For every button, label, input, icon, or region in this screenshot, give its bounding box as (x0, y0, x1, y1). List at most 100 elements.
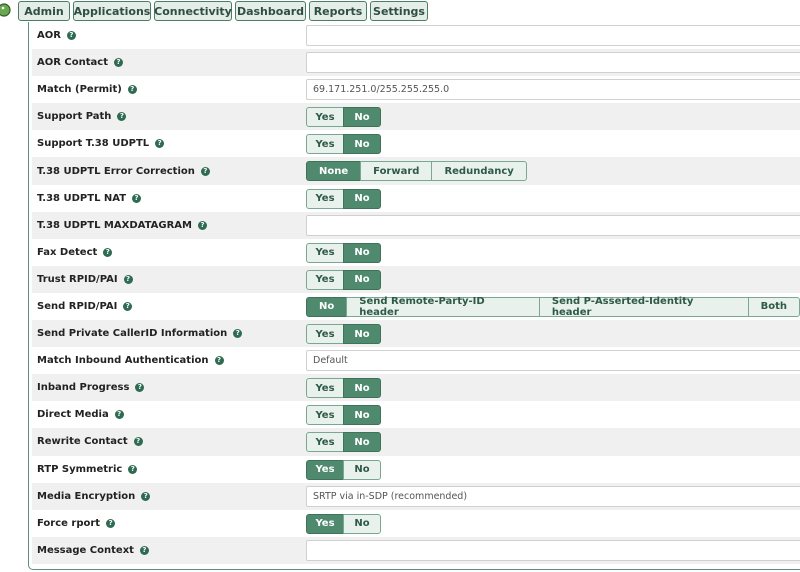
field-label-text: RTP Symmetric (37, 463, 123, 475)
text-field[interactable] (306, 539, 800, 561)
field-label-text: T.38 UDPTL Error Correction (37, 165, 195, 177)
help-icon[interactable]: ? (106, 518, 116, 528)
toggle-option-yes[interactable]: Yes (306, 242, 344, 263)
toggle-group: Yes No (306, 432, 381, 453)
help-icon[interactable]: ? (123, 301, 133, 311)
field-label: Inband Progress? (37, 374, 145, 401)
text-field[interactable] (306, 52, 800, 74)
help-icon[interactable]: ? (103, 247, 113, 257)
nav-dashboard-button[interactable]: Dashboard (235, 1, 306, 21)
toggle-option-yes[interactable]: Yes (306, 324, 344, 345)
toggle-option-forward[interactable]: Forward (360, 161, 433, 182)
form-row-support-t-38-udptl: Support T.38 UDPTL? Yes No (32, 130, 800, 157)
form-row-send-rpid-pai: Send RPID/PAI? No Send Remote-Party-ID hea… (32, 293, 800, 320)
toggle-option-no[interactable]: No (343, 107, 381, 128)
form-row-match-permit: Match (Permit)? 69.171.251.0/255.255.255.… (32, 76, 800, 103)
toggle-group: Yes No (306, 405, 381, 426)
toggle-group: Yes No (306, 269, 381, 290)
help-icon[interactable]: ? (214, 356, 224, 366)
toggle-group: None Forward Redundancy (306, 161, 527, 182)
toggle-option-yes[interactable]: Yes (306, 405, 344, 426)
help-icon[interactable]: ? (132, 193, 142, 203)
form-row-rewrite-contact: Rewrite Contact? Yes No (32, 428, 800, 456)
nav-settings-button[interactable]: Settings (370, 1, 428, 21)
toggle-option-send-remote-party-id-header[interactable]: Send Remote-Party-ID header (346, 296, 540, 318)
field-label: T.38 UDPTL Error Correction? (37, 157, 210, 184)
field-label-text: AOR (37, 30, 61, 42)
form-row-trust-rpid-pai: Trust RPID/PAI? Yes No (32, 265, 800, 293)
field-label-text: Send Private CallerID Information (37, 328, 228, 340)
toggle-option-no[interactable]: No (343, 269, 381, 290)
field-label-text: Message Context (37, 544, 134, 556)
toggle-option-yes[interactable]: Yes (306, 107, 344, 128)
toggle-option-yes[interactable]: Yes (306, 513, 344, 534)
toggle-option-no[interactable]: No (343, 188, 381, 209)
field-label: Force rport? (37, 510, 116, 537)
toggle-option-no[interactable]: No (343, 459, 381, 480)
form-rows: AOR? AOR Contact? Match (Permit)? 69.171.25… (32, 22, 800, 564)
form-row-t-38-udptl-maxdatagram: T.38 UDPTL MAXDATAGRAM? (32, 211, 800, 239)
help-icon[interactable]: ? (127, 85, 137, 95)
toggle-option-yes[interactable]: Yes (306, 188, 344, 209)
toggle-option-none[interactable]: None (306, 161, 362, 182)
field-label: Message Context? (37, 537, 149, 564)
nav-reports-button[interactable]: Reports (309, 1, 367, 21)
toggle-option-no[interactable]: No (343, 324, 381, 345)
text-field[interactable] (306, 25, 800, 46)
toggle-option-no[interactable]: No (343, 378, 381, 399)
toggle-option-no[interactable]: No (343, 405, 381, 426)
help-icon[interactable]: ? (139, 545, 149, 555)
text-field[interactable] (306, 214, 800, 236)
toggle-group: Yes No (306, 459, 381, 480)
field-label: T.38 UDPTL MAXDATAGRAM? (37, 212, 207, 239)
help-icon[interactable]: ? (197, 220, 207, 230)
toggle-option-yes[interactable]: Yes (306, 269, 344, 290)
toggle-option-no[interactable]: No (343, 432, 381, 453)
toggle-option-no[interactable]: No (343, 134, 381, 155)
nav-admin-button[interactable]: Admin (18, 1, 70, 21)
form-row-t-38-udptl-error-correction: T.38 UDPTL Error Correction? None Forward R… (32, 157, 800, 185)
toggle-group: Yes No (306, 513, 381, 534)
field-label-text: Media Encryption (37, 490, 136, 502)
toggle-group: Yes No (306, 378, 381, 399)
toggle-option-yes[interactable]: Yes (306, 432, 344, 453)
toggle-option-no[interactable]: No (306, 296, 348, 317)
select-field[interactable]: SRTP via in-SDP (recommended) (306, 485, 800, 507)
help-icon[interactable]: ? (141, 491, 151, 501)
logo-icon[interactable] (0, 2, 14, 18)
toggle-option-yes[interactable]: Yes (306, 134, 344, 155)
field-label: Send RPID/PAI? (37, 293, 133, 320)
help-icon[interactable]: ? (123, 274, 133, 284)
toggle-option-no[interactable]: No (343, 513, 381, 534)
field-label-text: Inband Progress (37, 382, 130, 394)
field-label: Match (Permit)? (37, 76, 137, 103)
help-icon[interactable]: ? (114, 58, 123, 68)
toggle-option-yes[interactable]: Yes (306, 459, 344, 480)
toggle-option-send-p-asserted-identity-header[interactable]: Send P-Asserted-Identity header (538, 296, 749, 318)
toggle-group: Yes No (306, 134, 381, 155)
help-icon[interactable]: ? (133, 437, 143, 447)
text-field[interactable]: 69.171.251.0/255.255.255.0 (306, 79, 800, 101)
help-icon[interactable]: ? (135, 383, 145, 393)
form-row-direct-media: Direct Media? Yes No (32, 401, 800, 428)
toggle-option-redundancy[interactable]: Redundancy (431, 161, 527, 182)
top-navigation: Admin Applications Connectivity Dashboar… (0, 0, 800, 22)
help-icon[interactable]: ? (233, 329, 243, 339)
nav-applications-button[interactable]: Applications (73, 1, 151, 21)
toggle-option-both[interactable]: Both (747, 296, 800, 317)
field-label-text: Direct Media (37, 409, 109, 421)
help-icon[interactable]: ? (155, 139, 165, 149)
select-field[interactable]: Default (306, 350, 800, 372)
help-icon[interactable]: ? (66, 31, 76, 41)
help-icon[interactable]: ? (200, 166, 210, 176)
toggle-option-no[interactable]: No (343, 242, 381, 263)
form-row-t-38-udptl-nat: T.38 UDPTL NAT? Yes No (32, 185, 800, 212)
help-icon[interactable]: ? (117, 112, 127, 122)
toggle-group: Yes No (306, 324, 381, 345)
toggle-option-yes[interactable]: Yes (306, 378, 344, 399)
help-icon[interactable]: ? (128, 464, 138, 474)
help-icon[interactable]: ? (114, 410, 124, 420)
nav-connectivity-button[interactable]: Connectivity (154, 1, 232, 21)
field-label: Support Path? (37, 103, 127, 130)
toggle-group: Yes No (306, 242, 381, 263)
